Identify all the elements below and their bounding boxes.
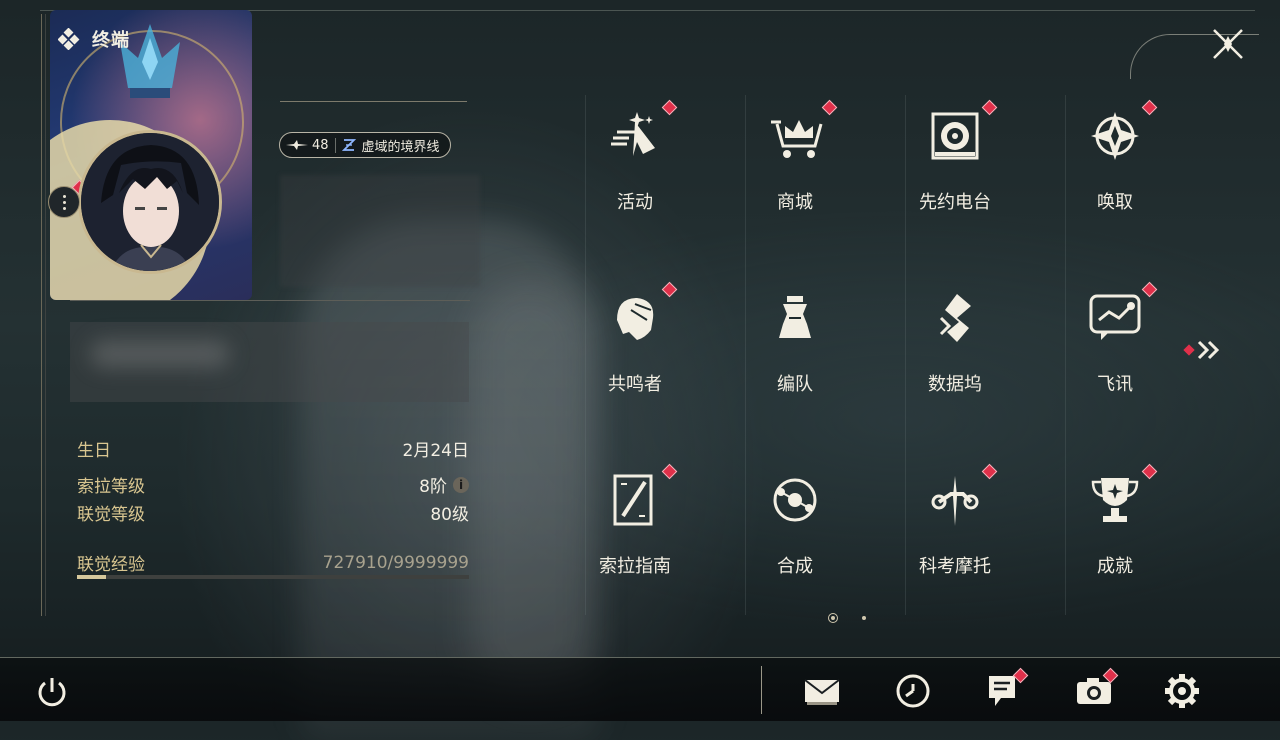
union-exp-fill <box>77 575 106 579</box>
power-icon[interactable] <box>34 674 70 710</box>
bio-blurred <box>70 322 469 402</box>
title-glyph-icon <box>341 139 356 151</box>
menu-item[interactable]: 唤取 <box>1040 99 1190 238</box>
synthesis-icon <box>773 478 817 522</box>
character-icon <box>617 298 654 340</box>
bottom-separator <box>761 666 762 714</box>
menu-item-label: 编队 <box>777 374 813 395</box>
menu-item-label: 数据坞 <box>928 374 982 395</box>
union-exp-bar <box>77 575 469 579</box>
menu-item[interactable]: 索拉指南 <box>560 463 710 602</box>
compass-star-icon <box>1091 112 1139 160</box>
menu-item-label: 先约电台 <box>919 192 991 213</box>
notification-badge <box>981 99 998 116</box>
camera-button[interactable] <box>1075 667 1119 710</box>
menu-item[interactable]: 合成 <box>720 472 870 602</box>
mail-button[interactable] <box>803 672 841 710</box>
menu-item[interactable]: 数据坞 <box>880 290 1030 420</box>
union-exp-row: 联觉经验 727910/9999999 <box>77 550 469 576</box>
header: 终端 <box>58 26 130 52</box>
menu-item[interactable]: 成就 <box>1040 463 1190 602</box>
birthday-label: 生日 <box>77 441 111 461</box>
close-icon[interactable] <box>1208 24 1248 64</box>
page-title: 终端 <box>92 30 130 51</box>
birthday-row: 生日 2月24日 <box>77 436 469 461</box>
union-level-value: 80级 <box>430 505 469 525</box>
page-dot[interactable] <box>862 616 866 620</box>
menu-item-label: 合成 <box>777 556 813 577</box>
mail-icon <box>804 679 840 705</box>
message-icon <box>1089 294 1141 340</box>
menu-item-label: 活动 <box>617 192 653 213</box>
union-exp-label: 联觉经验 <box>77 555 145 575</box>
sparkle-icon <box>611 112 655 156</box>
chess-icon <box>779 296 811 338</box>
sola-level-value: 8阶 <box>419 477 447 497</box>
notification-badge <box>1141 99 1158 116</box>
profile-more-button[interactable] <box>48 186 80 218</box>
union-level-label: 联觉等级 <box>77 505 145 525</box>
clock-button[interactable] <box>894 672 932 710</box>
frame-left-line <box>41 14 42 616</box>
notification-badge <box>1141 281 1158 298</box>
page-indicator <box>828 613 866 623</box>
notification-badge <box>821 99 838 116</box>
title-badge-text: 虚域的境界线 <box>361 139 440 155</box>
avatar[interactable] <box>78 130 222 274</box>
menu-item[interactable]: 科考摩托 <box>880 463 1030 602</box>
trophy-icon <box>1091 478 1139 522</box>
menu-item[interactable]: 共鸣者 <box>560 281 710 420</box>
notification-badge <box>981 463 998 480</box>
level-star-icon <box>286 140 308 150</box>
menu-item-label: 唤取 <box>1097 192 1133 213</box>
guide-book-icon <box>613 474 653 526</box>
birthday-value: 2月24日 <box>402 441 469 461</box>
menu-item-label: 成就 <box>1097 556 1133 577</box>
union-level-row: 联觉等级 80级 <box>77 500 469 525</box>
gear-icon <box>1165 674 1199 708</box>
radio-icon <box>931 112 979 160</box>
sola-level-value-group: 8阶 i <box>419 472 469 497</box>
union-exp-value: 727910/9999999 <box>322 552 469 573</box>
sola-level-label: 索拉等级 <box>77 477 145 497</box>
level-value: 48 <box>312 137 329 153</box>
notification-badge <box>661 281 678 298</box>
menu-item-label: 科考摩托 <box>919 556 991 577</box>
menu-item-label: 飞讯 <box>1097 374 1133 395</box>
clock-icon <box>896 674 930 708</box>
data-dock-icon <box>939 294 971 342</box>
menu-item-label: 共鸣者 <box>608 374 662 395</box>
menu-item-label: 索拉指南 <box>599 556 671 577</box>
menu-item-label: 商城 <box>777 192 813 213</box>
cart-icon <box>771 120 823 158</box>
name-underline <box>280 101 467 102</box>
avatar-portrait <box>81 133 219 271</box>
next-page-icon[interactable] <box>1183 338 1223 362</box>
signature-blurred <box>280 175 480 287</box>
frame-left-line-inner <box>45 14 46 616</box>
menu-item[interactable]: 编队 <box>720 290 870 420</box>
notes-button[interactable] <box>985 667 1029 710</box>
menu-item[interactable]: 活动 <box>560 99 710 238</box>
motorbike-icon <box>931 476 979 526</box>
level-group: 48 <box>286 137 336 153</box>
level-badge[interactable]: 48 虚域的境界线 <box>279 132 451 158</box>
menu-item[interactable]: 商城 <box>720 99 870 238</box>
notification-badge <box>661 463 678 480</box>
settings-button[interactable] <box>1163 672 1201 710</box>
notification-badge <box>1141 463 1158 480</box>
info-icon[interactable]: i <box>453 476 469 493</box>
sola-level-row: 索拉等级 8阶 i <box>77 472 469 497</box>
page-dot-active[interactable] <box>828 613 838 623</box>
profile-separator <box>70 300 470 301</box>
notification-badge <box>661 99 678 116</box>
terminal-icon <box>58 28 80 50</box>
menu-item[interactable]: 先约电台 <box>880 99 1030 238</box>
menu-item[interactable]: 飞讯 <box>1040 281 1190 420</box>
